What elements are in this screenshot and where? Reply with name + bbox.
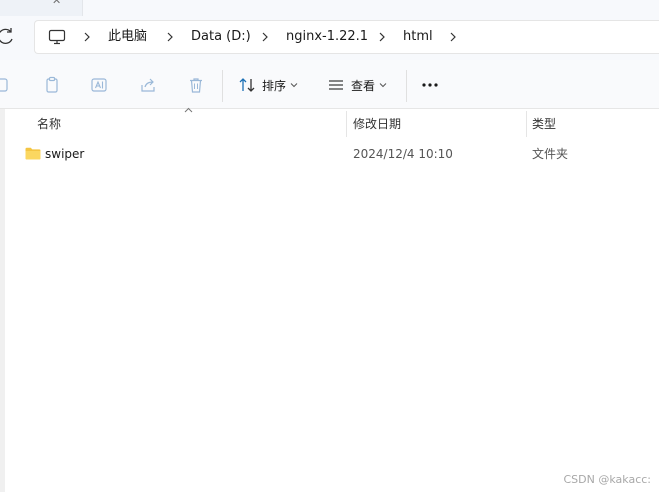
copy-icon[interactable] xyxy=(43,76,61,94)
tab-close-icon[interactable]: ✕ xyxy=(52,0,61,7)
address-bar[interactable]: 此电脑 Data (D:) nginx-1.22.1 html xyxy=(34,20,659,54)
view-list-icon xyxy=(329,80,343,90)
more-options-icon[interactable] xyxy=(420,75,440,95)
sort-icon xyxy=(239,78,255,92)
column-header-type[interactable]: 类型 xyxy=(532,115,556,132)
sort-ascending-icon xyxy=(184,107,193,113)
file-explorer-window: ✕ 此电脑 Data (D:) nginx-1.22.1 html 排序 查看 … xyxy=(0,0,659,492)
column-separator[interactable] xyxy=(526,111,527,137)
view-label: 查看 xyxy=(351,78,376,93)
file-row[interactable]: swiper 2024/12/4 10:10 文件夹 xyxy=(8,141,659,169)
command-bar: 排序 查看 xyxy=(0,60,659,109)
chevron-right-icon[interactable] xyxy=(165,30,175,44)
refresh-icon[interactable] xyxy=(0,26,16,46)
chevron-right-icon[interactable] xyxy=(448,30,458,44)
navigation-pane-edge xyxy=(0,109,5,492)
file-list-view: 名称 修改日期 类型 swiper 2024/12/4 10:10 文件夹 xyxy=(0,107,659,492)
file-type: 文件夹 xyxy=(532,147,569,161)
breadcrumb-nginx[interactable]: nginx-1.22.1 xyxy=(286,29,368,45)
view-button[interactable]: 查看 xyxy=(327,74,387,96)
breadcrumb-this-pc[interactable]: 此电脑 xyxy=(108,29,147,45)
navigation-bar: 此电脑 Data (D:) nginx-1.22.1 html xyxy=(0,16,659,60)
column-separator[interactable] xyxy=(346,111,347,137)
tab-active[interactable] xyxy=(82,0,659,16)
sort-button[interactable]: 排序 xyxy=(238,74,298,96)
rename-icon[interactable] xyxy=(90,76,108,94)
breadcrumb-html[interactable]: html xyxy=(403,29,433,45)
chevron-down-icon xyxy=(379,83,387,88)
chevron-right-icon[interactable] xyxy=(82,30,92,44)
chevron-down-icon xyxy=(290,83,298,88)
watermark-text: CSDN @kakacc: xyxy=(563,473,652,486)
chevron-right-icon[interactable] xyxy=(260,30,270,44)
file-name: swiper xyxy=(45,147,85,161)
delete-icon[interactable] xyxy=(187,76,205,94)
share-icon[interactable] xyxy=(139,76,157,94)
toolbar-divider xyxy=(222,70,223,102)
folder-icon xyxy=(25,147,41,160)
file-modified-date: 2024/12/4 10:10 xyxy=(353,147,453,161)
chevron-right-icon[interactable] xyxy=(377,30,387,44)
computer-icon[interactable] xyxy=(48,29,66,45)
breadcrumb-drive[interactable]: Data (D:) xyxy=(191,29,251,45)
toolbar-divider xyxy=(406,70,407,102)
column-header-date[interactable]: 修改日期 xyxy=(353,115,401,132)
cut-icon[interactable] xyxy=(0,76,12,94)
column-header-name[interactable]: 名称 xyxy=(37,115,61,132)
tab-strip: ✕ xyxy=(0,0,659,16)
sort-label: 排序 xyxy=(262,78,287,93)
